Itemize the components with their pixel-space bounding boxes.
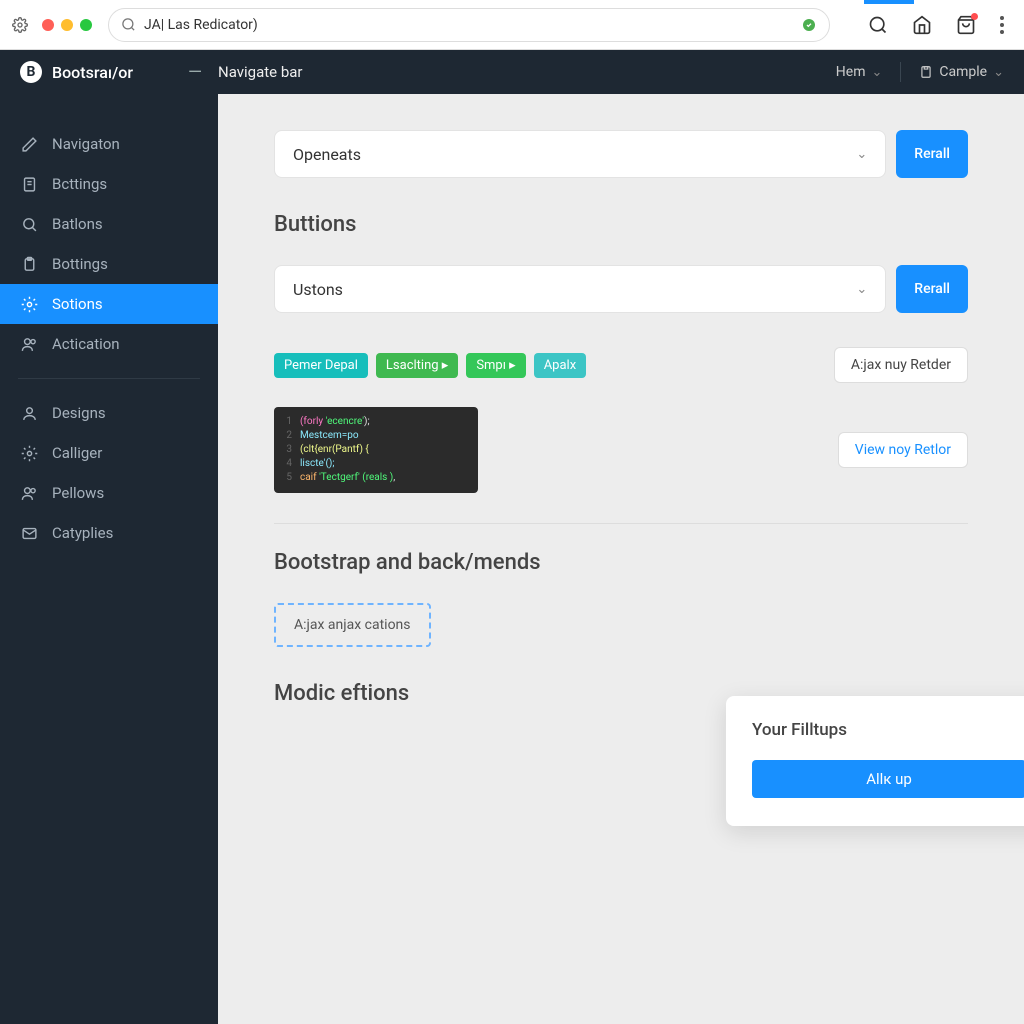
user-icon [20,405,38,422]
sidebar-item-sotions[interactable]: Sotions [0,284,218,324]
url-input[interactable] [144,17,793,33]
rerall-button-2[interactable]: Rerall [896,265,968,313]
sidebar-item-calliger[interactable]: Calliger [0,433,218,473]
select-ustons[interactable]: Ustons ⌄ [274,265,886,313]
active-tab-indicator [864,0,914,4]
main-content: Openeats ⌄ Rerall Buttions Ustons ⌄ Rera… [218,94,1024,1024]
gear-icon [20,445,38,462]
chevron-down-icon: ⌄ [871,65,882,80]
clipboard-icon [20,256,38,273]
sidebar-item-label: Bottings [52,255,108,273]
brand-name: Bootsraı/or [52,63,133,82]
allk-up-button[interactable]: Allк up [752,760,1024,798]
gear-icon [20,296,38,313]
search-icon [121,17,136,32]
select-openeats[interactable]: Openeats ⌄ [274,130,886,178]
tag-apalx[interactable]: Apalx [534,353,586,378]
sidebar-collapse-button[interactable]: — [188,62,202,83]
minimize-window[interactable] [61,19,73,31]
divider [900,62,901,82]
chevron-down-icon: ⌄ [993,65,1004,80]
view-retlor-button[interactable]: View noy Retlor [838,432,968,468]
header-dropdown-cample[interactable]: Cample ⌄ [919,64,1004,80]
sidebar-item-label: Calliger [52,444,102,462]
doc-icon [20,176,38,193]
maximize-window[interactable] [80,19,92,31]
header-dropdown-hem[interactable]: Hem ⌄ [836,64,883,80]
shopping-icon[interactable] [956,15,976,35]
ajax-dashed-box[interactable]: A:jax anjax cations [274,603,431,647]
sidebar-item-label: Batlons [52,215,103,233]
filltups-card: Your Filltups Allк up [726,696,1024,826]
window-controls[interactable] [42,19,92,31]
app-header: B Bootsraı/or — Navigate bar Hem ⌄ Campl… [0,50,1024,94]
card-title: Your Filltups [752,720,1024,740]
tag-lsaclting[interactable]: Lsaclting ▸ [376,353,458,378]
url-bar[interactable] [108,8,830,42]
users-icon [20,336,38,353]
sidebar-item-label: Sotions [52,295,103,313]
sidebar-item-bcttings[interactable]: Bcttings [0,164,218,204]
page-title: Navigate bar [218,63,303,81]
browser-chrome [0,0,1024,50]
mail-icon [20,525,38,542]
chevron-down-icon: ⌄ [856,147,867,162]
sidebar-item-pellows[interactable]: Pellows [0,473,218,513]
sidebar-item-navigaton[interactable]: Navigaton [0,124,218,164]
sidebar-item-designs[interactable]: Designs [0,393,218,433]
rerall-button-1[interactable]: Rerall [896,130,968,178]
users-icon [20,485,38,502]
tag-pemer[interactable]: Pemer Depal [274,353,368,378]
sidebar-item-actication[interactable]: Actication [0,324,218,364]
code-snippet: 1(forly 'ecencre'); 2 Mestcem=po 3 (clt{… [274,407,478,493]
search-icon[interactable] [868,15,888,35]
divider [274,523,968,524]
more-menu-icon[interactable] [1000,16,1004,34]
search-icon [20,216,38,233]
clipboard-icon [919,65,933,79]
site-badge-icon [801,17,817,33]
sidebar-item-label: Designs [52,404,106,422]
divider [18,378,200,379]
sidebar-item-catyplies[interactable]: Catyplies [0,513,218,553]
sidebar-item-label: Bcttings [52,175,107,193]
sidebar-item-bottings[interactable]: Bottings [0,244,218,284]
sidebar-item-label: Actication [52,335,120,353]
section-heading-buttons: Buttions [274,212,968,237]
sidebar-item-label: Catyplies [52,524,113,542]
ajax-retder-button[interactable]: A:jax nuy Retder [834,347,968,383]
pencil-icon [20,136,38,153]
extension-icon[interactable] [12,17,28,33]
chevron-down-icon: ⌄ [856,282,867,297]
sidebar-item-label: Navigaton [52,135,120,153]
sidebar: Navigaton Bcttings Batlons Bottings Sotions A… [0,94,218,1024]
brand-logo[interactable]: B [20,61,42,83]
sidebar-item-batlons[interactable]: Batlons [0,204,218,244]
tag-smpi[interactable]: Smpı ▸ [466,353,525,378]
sidebar-item-label: Pellows [52,484,104,502]
close-window[interactable] [42,19,54,31]
home-icon[interactable] [912,15,932,35]
section-heading-bootstrap: Bootstrap and back/mends [274,550,968,575]
